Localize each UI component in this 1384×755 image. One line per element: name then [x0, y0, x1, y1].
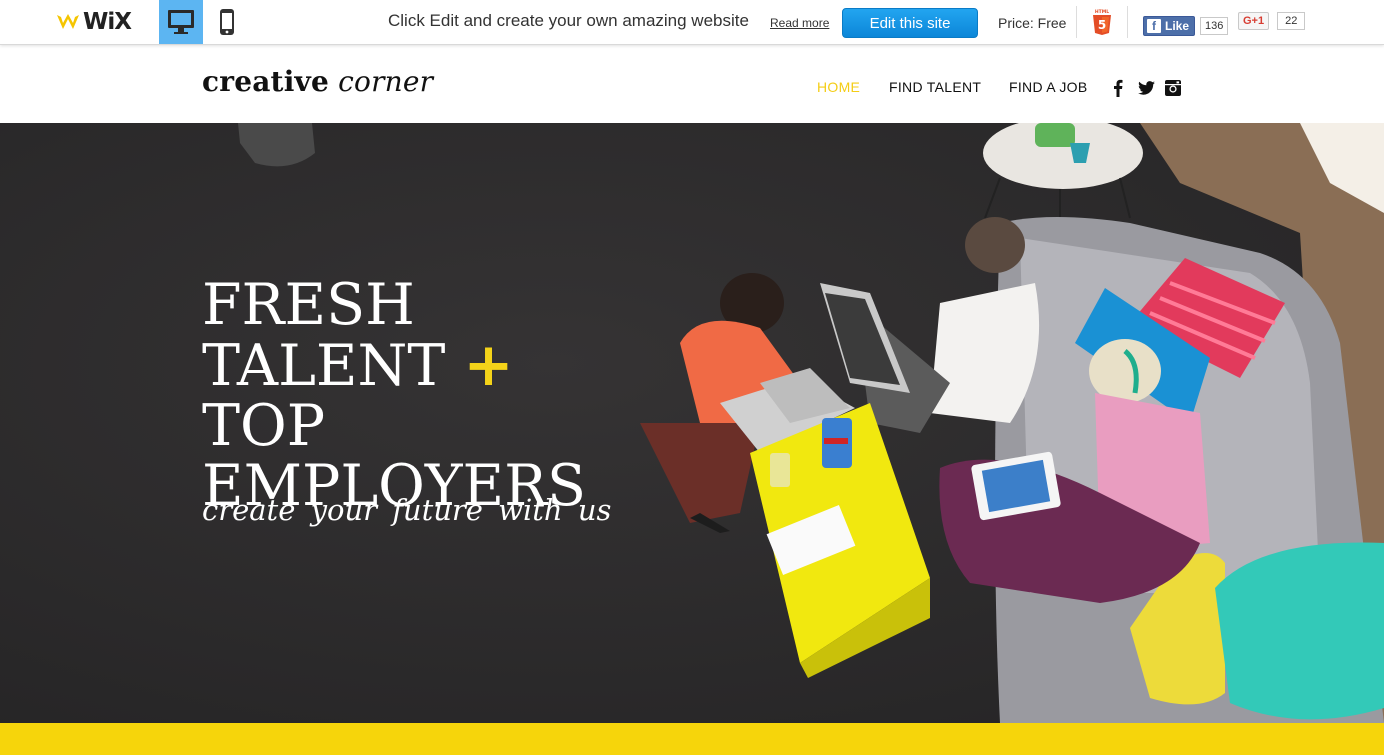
- read-more-link[interactable]: Read more: [770, 16, 829, 30]
- hero-title-line: TALENT: [202, 333, 446, 400]
- wix-crown-icon: [57, 14, 79, 29]
- hero-title-line-with-plus: TALENT +: [202, 335, 586, 396]
- google-plus-button[interactable]: G+1: [1238, 12, 1270, 30]
- wix-logo-text: WiX: [83, 9, 132, 35]
- yellow-accent-strip: [0, 723, 1384, 755]
- hero-title-line: FRESH: [202, 272, 415, 339]
- facebook-icon: f: [1147, 19, 1161, 33]
- google-plus-count: 22: [1277, 12, 1306, 30]
- hero-title-line: TOP: [202, 393, 326, 460]
- facebook-like-button[interactable]: f Like: [1143, 16, 1196, 36]
- brand-italic: corner: [338, 65, 434, 98]
- html5-badge: HTML 5: [1091, 8, 1113, 41]
- mobile-view-button[interactable]: [205, 0, 249, 44]
- twitter-icon[interactable]: [1136, 78, 1156, 98]
- instagram-icon[interactable]: [1163, 78, 1183, 98]
- edit-this-site-button[interactable]: Edit this site: [842, 8, 978, 38]
- hero-subtitle: create your future with us: [202, 493, 612, 527]
- facebook-icon[interactable]: [1108, 78, 1128, 98]
- wix-logo[interactable]: WiX: [55, 8, 132, 36]
- facebook-like-label: Like: [1165, 19, 1190, 33]
- html5-icon: HTML 5: [1093, 9, 1111, 35]
- google-plus-widget: G+1 22: [1238, 12, 1306, 30]
- hero-title: FRESH TALENT + TOP EMPLOYERS: [202, 275, 586, 516]
- mobile-icon: [220, 9, 234, 35]
- nav-find-talent[interactable]: FIND TALENT: [889, 79, 981, 95]
- facebook-like-count: 136: [1200, 17, 1229, 35]
- site-header: creative corner HOME FIND TALENT FIND A …: [0, 45, 1384, 123]
- brand-bold: creative: [202, 65, 330, 98]
- hero-banner: FRESH TALENT + TOP EMPLOYERS create your …: [0, 123, 1384, 723]
- nav-find-a-job[interactable]: FIND A JOB: [1009, 79, 1087, 95]
- divider: [1076, 6, 1077, 38]
- price-label: Price: Free: [998, 15, 1067, 31]
- promo-text: Click Edit and create your own amazing w…: [388, 11, 749, 30]
- desktop-view-button[interactable]: [159, 0, 203, 44]
- site-logo[interactable]: creative corner: [202, 65, 433, 98]
- nav-home[interactable]: HOME: [817, 79, 860, 95]
- facebook-like-widget: f Like 136: [1143, 16, 1229, 36]
- wix-top-bar: WiX Click Edit and create your own amazi…: [0, 0, 1384, 45]
- svg-text:HTML: HTML: [1095, 9, 1109, 15]
- divider: [1127, 6, 1128, 38]
- desktop-icon: [168, 10, 194, 34]
- plus-icon: +: [463, 330, 514, 401]
- svg-text:5: 5: [1098, 18, 1106, 32]
